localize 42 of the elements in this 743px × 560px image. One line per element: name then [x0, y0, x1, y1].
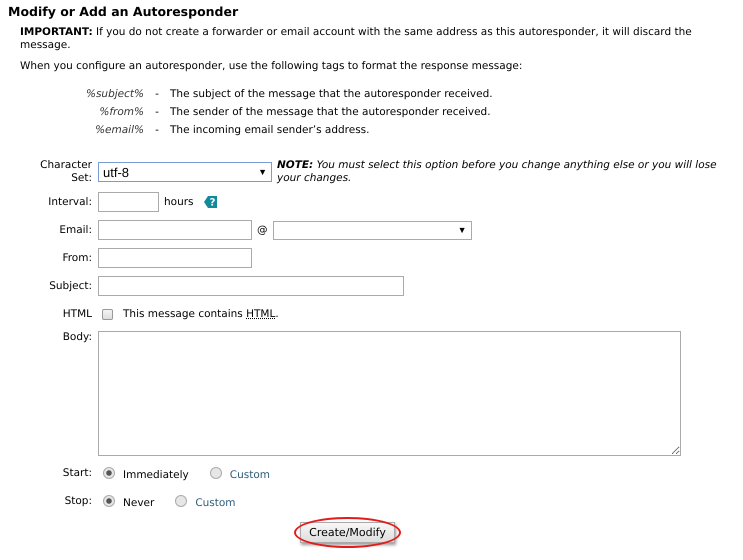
tag-description: The subject of the message that the autoresponder received. [170, 87, 493, 102]
radio-label: Never [123, 497, 154, 509]
from-field[interactable] [98, 248, 252, 268]
section-title: Modify or Add an Autoresponder [8, 4, 240, 21]
field-label: Subject: [48, 280, 92, 292]
field-label: Start: [62, 466, 92, 480]
domain-select[interactable]: ▼ [272, 220, 472, 240]
field-label: HTML [62, 308, 92, 320]
tag-description: The sender of the message that the autoresponder received. [170, 105, 491, 120]
radio-button[interactable] [175, 495, 188, 507]
field-label: Body: [62, 331, 92, 344]
important-notice: IMPORTANT: If you do not create a forwarder or email account with the same address as this autoresponder, it will discard the message. [20, 26, 693, 52]
tag-name: %email% [94, 123, 144, 138]
charset-select[interactable]: utf-8 ▼ [98, 162, 272, 182]
field-label: Interval: [47, 196, 92, 208]
radio-label: Custom [230, 469, 270, 481]
radio-button[interactable] [210, 467, 222, 479]
at-sign: @ [257, 224, 268, 236]
field-label: Stop: [64, 494, 92, 508]
tag-name: %subject% [84, 87, 144, 102]
tag-name: %from% [98, 105, 144, 120]
radio-button[interactable] [103, 467, 115, 479]
field-label: Email: [58, 224, 92, 236]
email-field[interactable] [98, 220, 252, 240]
radio-button[interactable] [103, 495, 115, 507]
help-icon[interactable]: ? [204, 196, 217, 208]
create-modify-button[interactable]: Create/Modify [300, 522, 395, 543]
tag-dash: - [154, 123, 160, 138]
tag-dash: - [154, 87, 160, 102]
tag-description: The incoming email sender’s address. [170, 123, 370, 138]
unit-label: hours [164, 196, 194, 208]
field-label: From: [61, 252, 92, 264]
intro-text: When you configure an autoresponder, use the following tags to format the response message: [20, 60, 524, 73]
note-text: NOTE: You must select this option before you change anything else or you will lose your changes. [277, 159, 718, 185]
checkbox-label: This message contains HTML. [123, 308, 279, 320]
radio-label: Immediately [123, 469, 189, 481]
field-label: Character Set: [39, 159, 92, 185]
radio-label: Custom [195, 497, 236, 509]
tag-dash: - [154, 105, 160, 120]
subject-field[interactable] [98, 276, 404, 296]
interval-field[interactable] [98, 192, 159, 212]
html-checkbox[interactable] [102, 308, 113, 320]
